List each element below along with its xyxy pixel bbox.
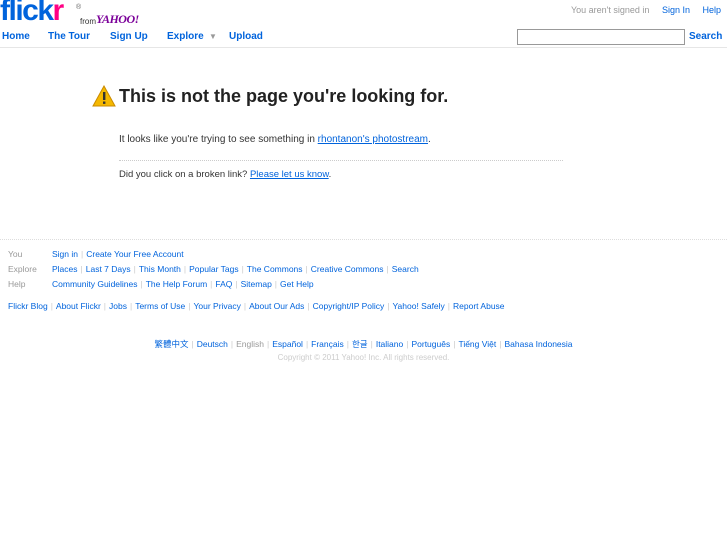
footer-links-misc-item[interactable]: Terms of Use xyxy=(135,301,185,311)
separator: | xyxy=(188,301,191,311)
search-input[interactable] xyxy=(517,29,685,45)
footer-links-you-item[interactable]: Sign in xyxy=(52,249,78,259)
footer-links-help-item[interactable]: Sitemap xyxy=(241,279,272,289)
footer-links-explore-item[interactable]: Places xyxy=(52,264,78,274)
separator: | xyxy=(191,339,194,349)
flickr-wordmark: flickr xyxy=(0,0,64,27)
copyright: Copyright © 2011 Yahoo! Inc. All rights … xyxy=(277,353,450,362)
divider xyxy=(119,160,563,161)
separator: | xyxy=(81,249,84,259)
separator: | xyxy=(230,339,234,349)
separator: | xyxy=(133,264,136,274)
footer-links-misc-item[interactable]: About Our Ads xyxy=(249,301,304,311)
separator: | xyxy=(307,301,310,311)
main-nav: Home The Tour Sign Up Explore ▼ Upload S… xyxy=(0,29,727,48)
separator: | xyxy=(129,301,133,311)
page-title: This is not the page you're looking for. xyxy=(119,86,449,106)
nav-signup[interactable]: Sign Up xyxy=(110,31,148,42)
separator: | xyxy=(140,279,143,289)
signed-out-status: You aren't signed in xyxy=(570,5,650,15)
footer-links-misc-item[interactable]: Yahoo! Safely xyxy=(393,301,445,311)
footer-links-help: Community Guidelines | The Help Forum | FAQ |… xyxy=(52,279,314,289)
footer-label-you: You xyxy=(8,249,23,259)
separator: | xyxy=(447,301,451,311)
footer-links-help-item[interactable]: Get Help xyxy=(280,279,314,289)
search-button[interactable]: Search xyxy=(689,31,722,42)
separator: | xyxy=(103,301,106,311)
footer-links-explore-item[interactable]: Popular Tags xyxy=(189,264,238,274)
nav-upload[interactable]: Upload xyxy=(229,31,263,42)
yahoo-logo: YAHOO! xyxy=(96,12,139,26)
separator: | xyxy=(235,279,238,289)
separator: | xyxy=(370,339,373,349)
separator: | xyxy=(274,279,278,289)
separator: | xyxy=(243,301,247,311)
footer-links-explore-item[interactable]: Last 7 Days xyxy=(86,264,131,274)
separator: | xyxy=(453,339,456,349)
separator: | xyxy=(386,264,389,274)
separator: | xyxy=(346,339,349,349)
footer-links-misc-item[interactable]: Report Abuse xyxy=(453,301,505,311)
language-selector: 繁體中文 | Deutsch | English | Español | Français | 한글… xyxy=(0,338,727,350)
from-text: from xyxy=(80,17,96,26)
language-selector-item: English xyxy=(236,339,264,349)
footer-links-you: Sign in | Create Your Free Account xyxy=(52,249,184,259)
footer-links-misc-item[interactable]: About Flickr xyxy=(56,301,101,311)
footer-label-explore: Explore xyxy=(8,264,37,274)
footer-links-misc-item[interactable]: Jobs xyxy=(109,301,127,311)
footer-label-help: Help xyxy=(8,279,26,289)
separator: | xyxy=(50,301,53,311)
separator: | xyxy=(499,339,502,349)
nav-home[interactable]: Home xyxy=(2,31,30,42)
photostream-link[interactable]: rhontanon's photostream xyxy=(318,134,428,145)
separator: | xyxy=(305,339,309,349)
help-link[interactable]: Help xyxy=(702,5,721,15)
warning-icon xyxy=(92,85,116,107)
report-broken-link[interactable]: Please let us know xyxy=(250,169,329,180)
nav-tour[interactable]: The Tour xyxy=(48,31,90,42)
separator: | xyxy=(387,301,390,311)
footer-links-misc-item[interactable]: Your Privacy xyxy=(193,301,240,311)
nav-explore[interactable]: Explore xyxy=(167,31,204,42)
language-selector-item[interactable]: Português xyxy=(411,339,450,349)
footer-links-misc-item[interactable]: Flickr Blog xyxy=(8,301,48,311)
footer-links-explore: Places | Last 7 Days | This Month | Popular Ta… xyxy=(52,264,419,274)
sign-in-link[interactable]: Sign In xyxy=(662,5,690,15)
language-selector-item[interactable]: Bahasa Indonesia xyxy=(504,339,572,349)
separator: | xyxy=(406,339,409,349)
registered-mark: ® xyxy=(76,4,82,11)
separator: | xyxy=(305,264,308,274)
chevron-down-icon[interactable]: ▼ xyxy=(209,32,217,41)
separator: | xyxy=(80,264,83,274)
footer-links-you-item[interactable]: Create Your Free Account xyxy=(86,249,183,259)
broken-link-message: Did you click on a broken link? Please l… xyxy=(119,169,332,180)
language-selector-item[interactable]: 한글 xyxy=(352,339,368,349)
language-selector-item[interactable]: Español xyxy=(272,339,303,349)
language-selector-item[interactable]: Italiano xyxy=(376,339,403,349)
language-selector-item[interactable]: Français xyxy=(311,339,344,349)
footer-links-explore-item[interactable]: The Commons xyxy=(247,264,303,274)
footer-links-help-item[interactable]: The Help Forum xyxy=(146,279,207,289)
separator: | xyxy=(183,264,187,274)
language-selector-item[interactable]: Tiếng Việt xyxy=(458,339,496,349)
not-found-message: It looks like you're trying to see somet… xyxy=(119,134,431,145)
footer-divider xyxy=(0,239,727,240)
footer-links-explore-item[interactable]: Search xyxy=(392,264,419,274)
footer-links-explore-item[interactable]: This Month xyxy=(139,264,181,274)
footer-links-help-item[interactable]: Community Guidelines xyxy=(52,279,138,289)
separator: | xyxy=(241,264,244,274)
separator: | xyxy=(210,279,213,289)
language-selector-item[interactable]: Deutsch xyxy=(197,339,228,349)
footer-links-help-item[interactable]: FAQ xyxy=(215,279,232,289)
language-selector-item[interactable]: 繁體中文 xyxy=(154,339,188,349)
footer-links-misc: Flickr Blog | About Flickr | Jobs | Terms of U… xyxy=(8,301,505,311)
footer-links-explore-item[interactable]: Creative Commons xyxy=(311,264,384,274)
footer-links-misc-item[interactable]: Copyright/IP Policy xyxy=(313,301,385,311)
separator: | xyxy=(267,339,270,349)
account-links: You aren't signed in Sign In Help xyxy=(561,5,721,15)
